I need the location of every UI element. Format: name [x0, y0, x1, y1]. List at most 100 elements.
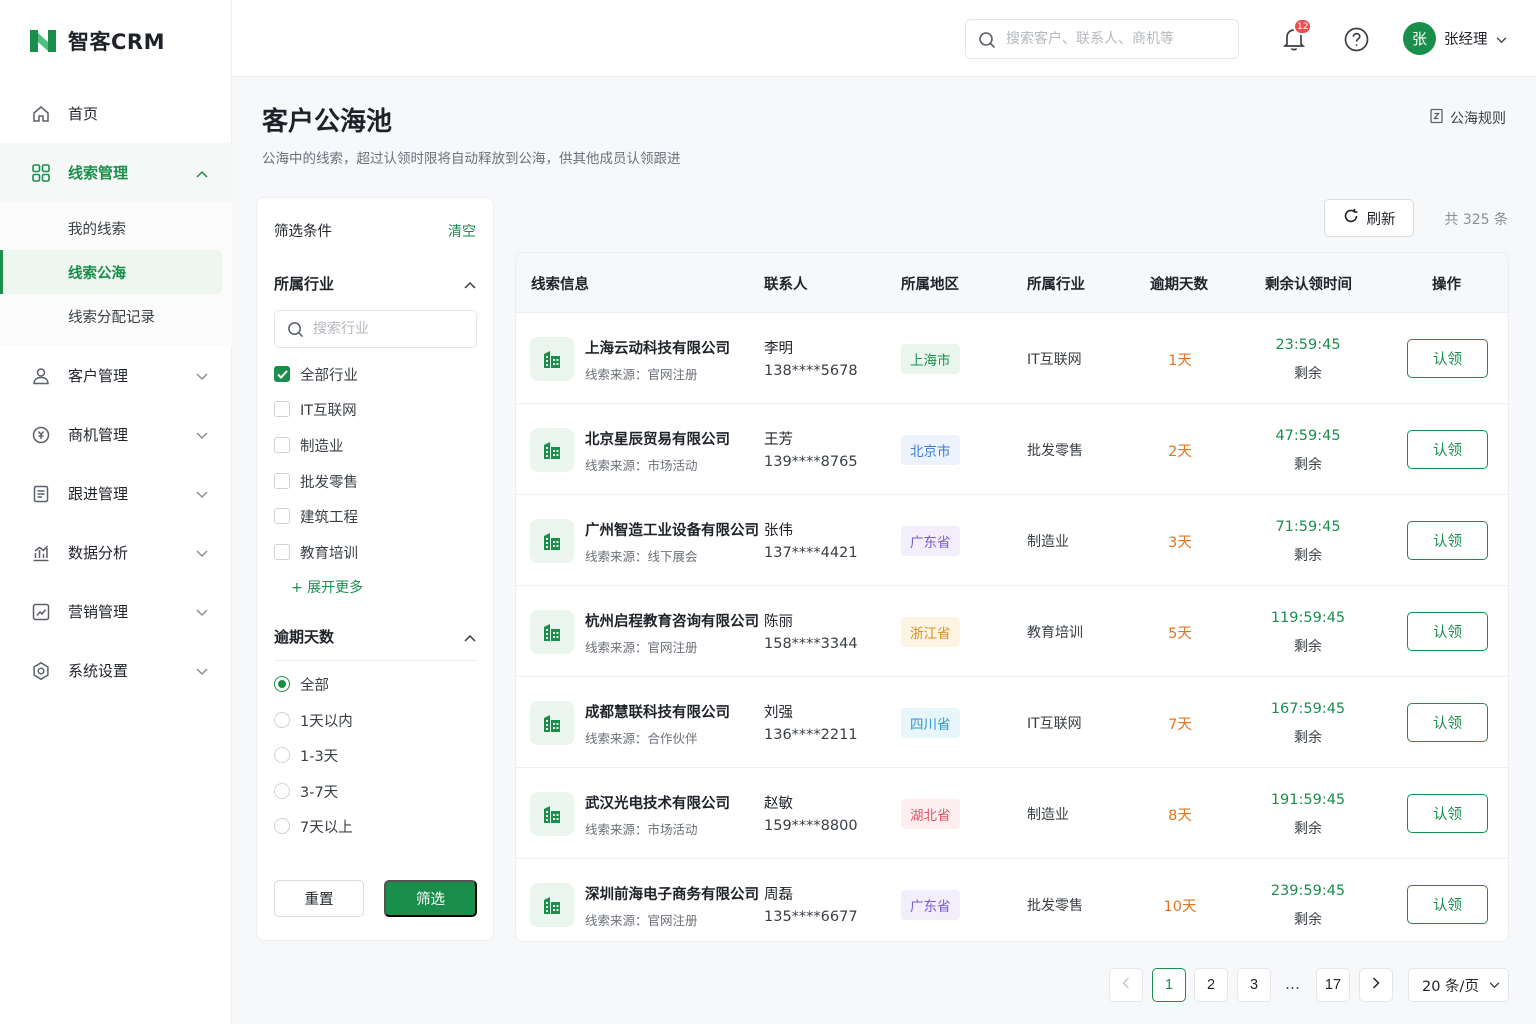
company-name[interactable]: 北京星辰贸易有限公司	[585, 428, 730, 449]
table-row[interactable]: 广州智造工业设备有限公司 线索来源：线下展会 张伟 137****4421 广东省 制造业…	[516, 495, 1508, 586]
building-icon	[530, 519, 574, 563]
checkbox[interactable]	[274, 544, 290, 560]
radio[interactable]	[274, 712, 290, 728]
refresh-button[interactable]: 刷新	[1324, 199, 1414, 237]
option-label: 建筑工程	[300, 509, 358, 526]
nav-item-followups[interactable]: 跟进管理	[0, 464, 232, 523]
global-search[interactable]	[965, 19, 1239, 59]
claim-button[interactable]: 认领	[1407, 885, 1488, 924]
radio[interactable]	[274, 783, 290, 799]
claim-button[interactable]: 认领	[1407, 703, 1488, 742]
nav-item-home[interactable]: 首页	[0, 84, 232, 143]
table-row[interactable]: 北京星辰贸易有限公司 线索来源：市场活动 王芳 139****8765 北京市 批发零售 2…	[516, 404, 1508, 495]
company-name[interactable]: 武汉光电技术有限公司	[585, 792, 730, 813]
contact-phone: 158****3344	[764, 636, 858, 652]
remaining-label: 剩余	[1294, 366, 1322, 382]
reset-button[interactable]: 重置	[274, 880, 364, 917]
option-label: 1天以内	[300, 713, 353, 730]
claim-button[interactable]: 认领	[1407, 339, 1488, 378]
nav-item-marketing[interactable]: 营销管理	[0, 582, 232, 641]
industry-option[interactable]: 批发零售	[274, 470, 358, 492]
company-name[interactable]: 杭州启程教育咨询有限公司	[585, 610, 759, 631]
company-name[interactable]: 广州智造工业设备有限公司	[585, 519, 759, 540]
industry-option[interactable]: IT互联网	[274, 398, 357, 420]
nav-item-customers[interactable]: 客户管理	[0, 346, 232, 405]
prev-page-button[interactable]	[1109, 968, 1143, 1002]
radio[interactable]	[274, 747, 290, 763]
table-row[interactable]: 深圳前海电子商务有限公司 线索来源：官网注册 周磊 135****6677 广东省 批发零…	[516, 859, 1508, 941]
filter-header: 筛选条件 清空	[274, 220, 476, 241]
chart-icon	[30, 542, 52, 564]
checkbox[interactable]	[274, 473, 290, 489]
remaining-label: 剩余	[1294, 639, 1322, 655]
company-name[interactable]: 上海云动科技有限公司	[585, 337, 730, 358]
claim-button[interactable]: 认领	[1407, 794, 1488, 833]
remaining-label: 剩余	[1294, 821, 1322, 837]
chevron-right-icon	[1372, 977, 1380, 993]
industry-search[interactable]	[274, 310, 477, 348]
table-row[interactable]: 上海云动科技有限公司 线索来源：官网注册 李明 138****5678 上海市 IT互联网…	[516, 313, 1508, 404]
remaining-time: 191:59:45	[1270, 792, 1346, 808]
next-page-button[interactable]	[1359, 968, 1393, 1002]
checkbox-checked[interactable]	[274, 366, 290, 382]
coin-icon	[30, 424, 52, 446]
user-menu[interactable]: 张 张经理	[1403, 22, 1507, 55]
radio[interactable]	[274, 818, 290, 834]
page-button[interactable]: 1	[1152, 968, 1186, 1002]
table-row[interactable]: 武汉光电技术有限公司 线索来源：市场活动 赵敏 159****8800 湖北省 制造业 8天…	[516, 768, 1508, 859]
page-size-select[interactable]: 20 条/页	[1408, 968, 1509, 1002]
apply-filter-button[interactable]: 筛选	[384, 880, 477, 917]
overdue-option[interactable]: 7天以上	[274, 815, 353, 837]
industry-search-input[interactable]	[313, 321, 463, 337]
expand-more-link[interactable]: + 展开更多	[291, 577, 363, 597]
overdue-option[interactable]: 1-3天	[274, 744, 338, 766]
claim-button[interactable]: 认领	[1407, 521, 1488, 560]
overdue-section-header[interactable]: 逾期天数	[274, 626, 476, 647]
nav-label: 首页	[68, 105, 99, 123]
nav-item-opportunities[interactable]: 商机管理	[0, 405, 232, 464]
industry-value: 制造业	[1027, 807, 1069, 823]
nav-label: 营销管理	[68, 603, 129, 621]
industry-section-header[interactable]: 所属行业	[274, 273, 476, 294]
overdue-option[interactable]: 3-7天	[274, 780, 338, 802]
sub-item-lead-pool[interactable]: 线索公海	[0, 250, 222, 294]
nav-item-leads[interactable]: 线索管理	[0, 143, 232, 202]
help-icon[interactable]	[1344, 27, 1369, 56]
page-button[interactable]: 3	[1237, 968, 1271, 1002]
chevron-down-icon	[196, 544, 208, 562]
radio-selected[interactable]	[274, 676, 290, 692]
checkbox[interactable]	[274, 401, 290, 417]
industry-option[interactable]: 全部行业	[274, 363, 358, 385]
gear-icon	[30, 660, 52, 682]
region-tag: 湖北省	[901, 799, 960, 829]
pool-rules-link[interactable]: 公海规则	[1429, 108, 1506, 128]
table-row[interactable]: 杭州启程教育咨询有限公司 线索来源：官网注册 陈丽 158****3344 浙江省 教育培…	[516, 586, 1508, 677]
page-size-value: 20 条/页	[1422, 978, 1479, 995]
checkbox[interactable]	[274, 508, 290, 524]
industry-option[interactable]: 教育培训	[274, 541, 358, 563]
overdue-option[interactable]: 1天以内	[274, 709, 353, 731]
app-logo[interactable]: 智客CRM	[30, 26, 165, 56]
table-row[interactable]: 成都慧联科技有限公司 线索来源：合作伙伴 刘强 136****2211 四川省 IT互联网…	[516, 677, 1508, 768]
sub-item-assignment-log[interactable]: 线索分配记录	[0, 294, 222, 338]
page-button[interactable]: 17	[1316, 968, 1350, 1002]
nav-label: 数据分析	[68, 544, 129, 562]
sub-item-my-leads[interactable]: 我的线索	[0, 206, 222, 250]
claim-button[interactable]: 认领	[1407, 612, 1488, 651]
column-header: 逾期天数	[1150, 277, 1208, 293]
building-icon	[530, 792, 574, 836]
checkbox[interactable]	[274, 437, 290, 453]
industry-option[interactable]: 制造业	[274, 434, 344, 456]
nav-item-settings[interactable]: 系统设置	[0, 641, 232, 700]
nav-item-analytics[interactable]: 数据分析	[0, 523, 232, 582]
overdue-option[interactable]: 全部	[274, 673, 329, 695]
company-name[interactable]: 成都慧联科技有限公司	[585, 701, 730, 722]
clear-filters-link[interactable]: 清空	[448, 221, 476, 241]
claim-button[interactable]: 认领	[1407, 430, 1488, 469]
column-header: 线索信息	[531, 277, 589, 293]
page-button[interactable]: 2	[1194, 968, 1228, 1002]
nav-label: 跟进管理	[68, 485, 129, 503]
industry-option[interactable]: 建筑工程	[274, 505, 358, 527]
global-search-input[interactable]	[1006, 31, 1226, 47]
company-name[interactable]: 深圳前海电子商务有限公司	[585, 883, 759, 904]
